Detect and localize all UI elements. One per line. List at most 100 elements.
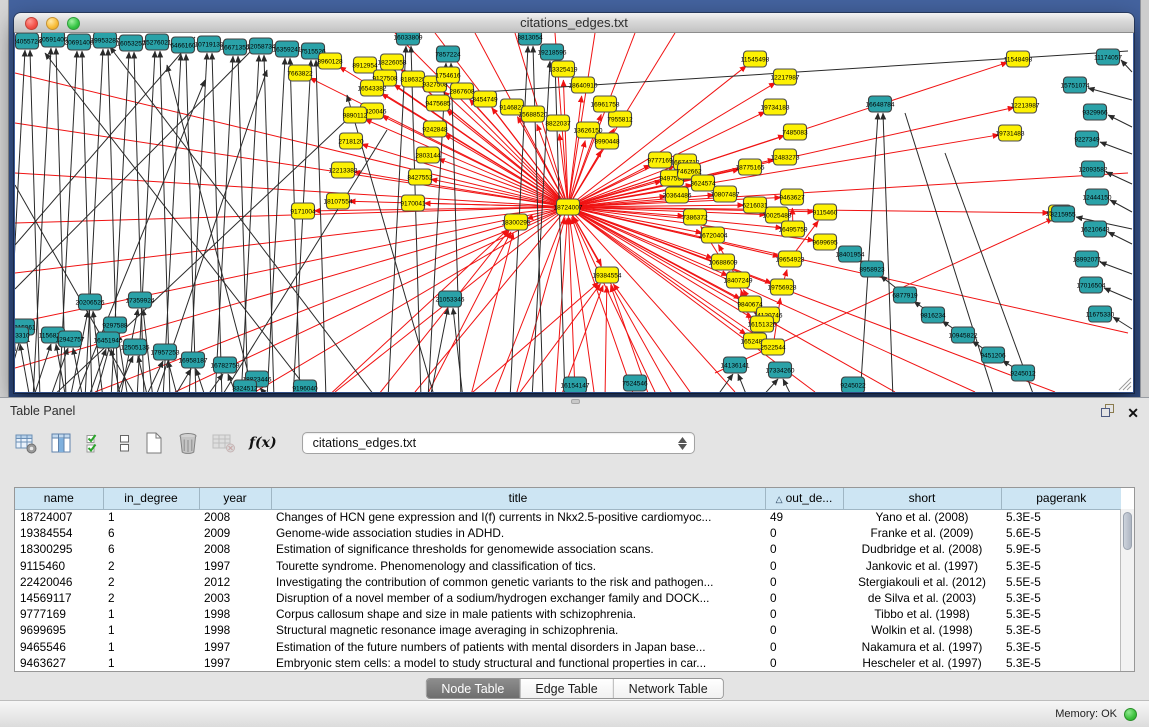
graph-edge[interactable] — [1110, 200, 1132, 212]
network-view-window[interactable]: citations_edges.txt 24055724205914062069… — [14, 13, 1134, 393]
zoom-window-icon[interactable] — [67, 17, 80, 30]
graph-node[interactable]: 9890112 — [343, 107, 368, 123]
graph-edge[interactable] — [568, 33, 595, 207]
column-header-year[interactable]: year — [199, 488, 271, 509]
graph-edge[interactable] — [411, 46, 421, 392]
function-builder-icon[interactable]: f(x) — [249, 435, 277, 451]
graph-edge[interactable] — [15, 37, 195, 245]
graph-node[interactable]: 2867608 — [449, 83, 475, 99]
table-cell[interactable]: 2 — [103, 590, 199, 606]
graph-node[interactable]: 12483273 — [771, 149, 800, 165]
graph-node[interactable]: 6216031 — [742, 197, 768, 213]
table-cell[interactable]: 9463627 — [15, 655, 103, 671]
graph-node[interactable]: 17334260 — [766, 362, 795, 378]
graph-node[interactable]: 9699695 — [812, 234, 838, 250]
graph-node[interactable]: 8822037 — [545, 115, 571, 131]
graph-node[interactable]: 17016504 — [1077, 277, 1106, 293]
graph-node[interactable]: 15751074 — [1061, 77, 1090, 93]
graph-edge[interactable] — [1108, 115, 1132, 127]
graph-node[interactable]: 18775165 — [736, 159, 765, 175]
graph-node[interactable]: 3913310 — [15, 327, 30, 343]
graph-edge[interactable] — [196, 369, 206, 392]
graph-node[interactable]: 16961758 — [591, 96, 620, 112]
graph-node[interactable]: 16720404 — [699, 227, 728, 243]
graph-node[interactable]: 12058734 — [247, 38, 276, 54]
graph-edge[interactable] — [167, 65, 255, 392]
graph-node[interactable]: 8990448 — [594, 133, 620, 149]
graph-edge[interactable] — [883, 113, 893, 392]
graph-node[interactable]: 16154147 — [561, 377, 590, 392]
table-cell[interactable]: de Silva et al. (2003) — [843, 590, 1001, 606]
graph-node[interactable]: 18992071 — [1073, 251, 1102, 267]
graph-node[interactable]: 16671355 — [221, 39, 250, 55]
graph-node[interactable]: 9227349 — [1074, 131, 1100, 147]
graph-edge[interactable] — [45, 53, 315, 392]
table-cell[interactable]: 1997 — [199, 655, 271, 671]
graph-node[interactable]: 18226058 — [378, 54, 407, 70]
graph-edge[interactable] — [555, 218, 567, 392]
graph-node[interactable]: 2803144 — [415, 147, 441, 163]
table-cell[interactable]: Genome-wide association studies in ADHD. — [271, 525, 765, 541]
graph-node[interactable]: 9329966 — [1082, 104, 1108, 120]
table-row[interactable]: 911546021997Tourette syndrome. Phenomeno… — [15, 558, 1121, 574]
graph-hub-node[interactable]: 18724007 — [554, 199, 583, 215]
column-header-pagerank[interactable]: pagerank — [1001, 488, 1121, 509]
graph-node[interactable]: 11174057 — [1094, 49, 1122, 65]
graph-edge[interactable] — [163, 54, 181, 392]
table-cell[interactable]: 1 — [103, 655, 199, 671]
graph-edge[interactable] — [293, 60, 311, 392]
graph-node[interactable]: 20591406 — [39, 33, 68, 47]
table-cell[interactable]: 5.3E-5 — [1001, 639, 1121, 655]
graph-node[interactable]: 7485083 — [782, 124, 808, 140]
graph-node[interactable]: 11545498 — [741, 51, 770, 67]
table-scrollbar[interactable] — [1120, 509, 1134, 671]
graph-edge[interactable] — [515, 284, 600, 392]
table-cell[interactable]: 2008 — [199, 541, 271, 557]
graph-node[interactable]: 9245022 — [840, 377, 866, 392]
close-panel-icon[interactable]: ✕ — [1127, 406, 1139, 420]
graph-node[interactable]: 6466160 — [170, 37, 196, 53]
graph-node[interactable]: 9463627 — [779, 189, 805, 205]
float-panel-icon[interactable] — [1100, 403, 1115, 423]
graph-node[interactable]: 20206526 — [76, 294, 105, 310]
network-canvas[interactable]: 2405572420591406206914061995328716053257… — [15, 33, 1133, 392]
graph-node[interactable]: 1754616 — [435, 67, 461, 83]
graph-edge[interactable] — [1088, 88, 1132, 100]
table-row[interactable]: 977716911998Corpus callosum shape and si… — [15, 606, 1121, 622]
table-cell[interactable]: 0 — [765, 655, 843, 671]
graph-node[interactable]: 2718120 — [338, 133, 364, 149]
table-cell[interactable]: 0 — [765, 541, 843, 557]
table-cell[interactable]: 9115460 — [15, 558, 103, 574]
table-row[interactable]: 1830029562008Estimation of significance … — [15, 541, 1121, 557]
graph-node[interactable]: 11675330 — [1086, 306, 1115, 322]
graph-edge[interactable] — [160, 51, 170, 392]
table-cell[interactable]: 5.5E-5 — [1001, 574, 1121, 590]
table-cell[interactable]: 6 — [103, 525, 199, 541]
table-cell[interactable]: Tourette syndrome. Phenomenology and cla… — [271, 558, 765, 574]
delete-column-icon[interactable] — [177, 431, 199, 455]
graph-edge[interactable] — [572, 217, 635, 392]
graph-edge[interactable] — [212, 53, 222, 392]
table-cell[interactable]: 2 — [103, 558, 199, 574]
graph-node[interactable]: 9816234 — [920, 307, 946, 323]
table-cell[interactable]: 22420046 — [15, 574, 103, 590]
graph-node[interactable]: 19218596 — [538, 44, 567, 60]
graph-node[interactable]: 7955812 — [607, 111, 633, 127]
column-header-short[interactable]: short — [843, 488, 1001, 509]
graph-edge[interactable] — [760, 379, 778, 392]
table-cell[interactable]: 0 — [765, 525, 843, 541]
graph-node[interactable]: 21053346 — [436, 291, 465, 307]
tab-network-table[interactable]: Network Table — [614, 679, 723, 698]
graph-node[interactable]: 19654923 — [776, 251, 805, 267]
table-select-dropdown[interactable]: citations_edges.txt — [302, 432, 695, 454]
graph-edge[interactable] — [428, 63, 446, 392]
row-boxes-icon[interactable] — [118, 432, 131, 454]
graph-node[interactable]: 16151320 — [748, 316, 777, 332]
graph-node[interactable]: 16958187 — [179, 352, 208, 368]
table-cell[interactable]: Corpus callosum shape and size in male p… — [271, 606, 765, 622]
table-cell[interactable]: 5.3E-5 — [1001, 606, 1121, 622]
graph-node[interactable]: 8813054 — [517, 33, 543, 45]
graph-node[interactable]: 10719133 — [195, 36, 224, 52]
graph-node[interactable]: 9170041 — [400, 195, 426, 211]
table-cell[interactable]: 0 — [765, 639, 843, 655]
